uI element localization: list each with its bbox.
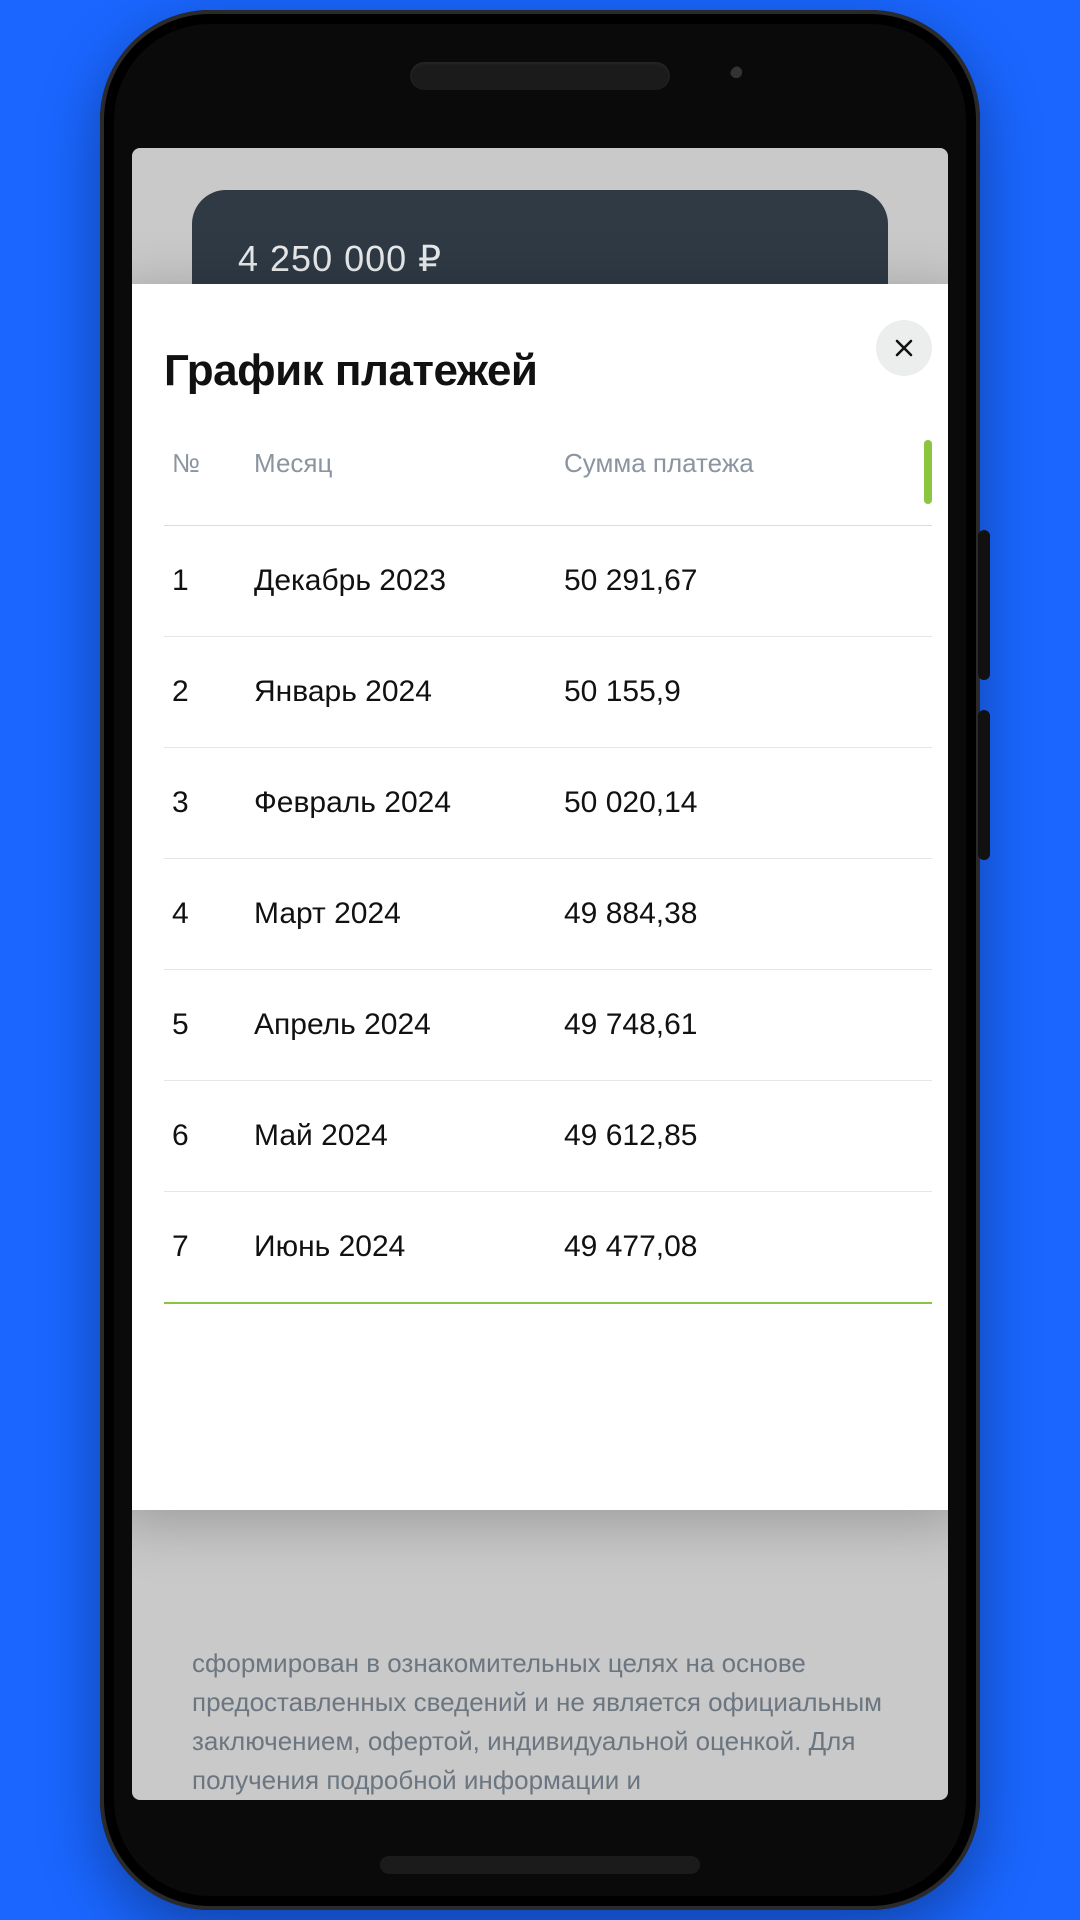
table-row: 4Март 202449 884,38 [164,859,932,970]
col-header-number: № [164,436,254,526]
cell-amount: 49 612,85 [564,1081,932,1192]
close-icon [892,336,916,360]
phone-home-bar [380,1856,700,1874]
cell-amount: 49 748,61 [564,970,932,1081]
table-row: 5Апрель 202449 748,61 [164,970,932,1081]
cell-amount: 49 477,08 [564,1192,932,1304]
cell-month: Июнь 2024 [254,1192,564,1304]
cell-month: Декабрь 2023 [254,526,564,637]
cell-number: 6 [164,1081,254,1192]
phone-side-button [978,530,990,680]
phone-frame: 4 250 000 ₽ сформирован в ознакомительны… [100,10,980,1910]
cell-month: Январь 2024 [254,637,564,748]
table-row: 6Май 202449 612,85 [164,1081,932,1192]
col-header-month: Месяц [254,436,564,526]
modal-header: График платежей [164,320,932,396]
table-row: 7Июнь 202449 477,08 [164,1192,932,1304]
table-scroll-area[interactable]: № Месяц Сумма платежа 1Декабрь 202350 29… [164,436,932,1510]
payment-table: № Месяц Сумма платежа 1Декабрь 202350 29… [164,436,932,1304]
cell-number: 3 [164,748,254,859]
table-row: 1Декабрь 202350 291,67 [164,526,932,637]
payment-schedule-modal: График платежей № Месяц Сумма платежа [132,284,948,1510]
cell-amount: 49 884,38 [564,859,932,970]
phone-earpiece [410,62,670,90]
modal-title: График платежей [164,346,537,396]
phone-camera [730,66,748,84]
cell-month: Март 2024 [254,859,564,970]
cell-number: 2 [164,637,254,748]
loan-amount: 4 250 000 ₽ [238,238,842,280]
cell-amount: 50 291,67 [564,526,932,637]
disclaimer-text: сформирован в ознакомительных целях на о… [192,1644,888,1800]
scrollbar-thumb[interactable] [924,440,932,504]
cell-month: Май 2024 [254,1081,564,1192]
cell-number: 5 [164,970,254,1081]
cell-amount: 50 020,14 [564,748,932,859]
cell-amount: 50 155,9 [564,637,932,748]
table-row: 3Февраль 202450 020,14 [164,748,932,859]
close-button[interactable] [876,320,932,376]
col-header-amount: Сумма платежа [564,436,932,526]
screen: 4 250 000 ₽ сформирован в ознакомительны… [132,148,948,1800]
cell-number: 1 [164,526,254,637]
phone-side-button [978,710,990,860]
cell-month: Февраль 2024 [254,748,564,859]
cell-number: 4 [164,859,254,970]
cell-number: 7 [164,1192,254,1304]
table-row: 2Январь 202450 155,9 [164,637,932,748]
cell-month: Апрель 2024 [254,970,564,1081]
